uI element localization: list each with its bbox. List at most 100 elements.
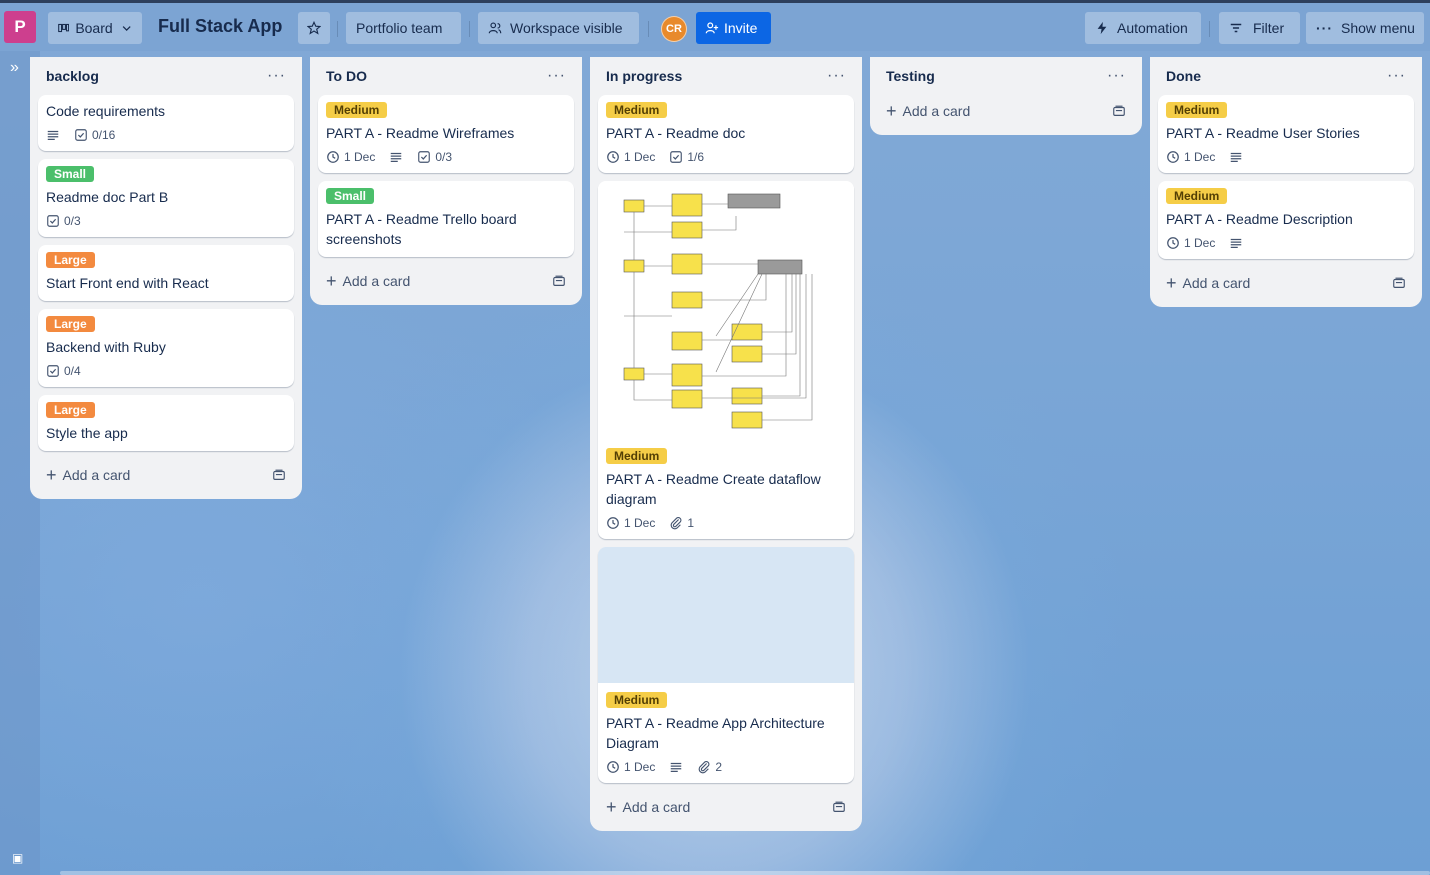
filter-button[interactable]: Filter — [1219, 12, 1300, 44]
template-icon[interactable] — [272, 468, 286, 482]
list-menu-icon[interactable]: ··· — [1387, 67, 1406, 85]
card[interactable]: Medium PART A - Readme Wireframes 1 Dec … — [318, 95, 574, 173]
attachment-badge: 2 — [697, 760, 722, 774]
header-divider — [469, 21, 470, 37]
checklist-icon — [47, 215, 59, 227]
visibility-label: Workspace visible — [510, 20, 623, 36]
users-icon — [488, 22, 502, 34]
card[interactable]: Medium PART A - Readme Description 1 Dec — [1158, 181, 1414, 259]
card-label: Small — [46, 166, 95, 182]
checklist-icon — [47, 365, 59, 377]
card[interactable]: Medium PART A - Readme doc 1 Dec 1/6 — [598, 95, 854, 173]
list-in-progress: In progress ··· Medium PART A - Readme d… — [590, 57, 862, 831]
list-title[interactable]: To DO — [326, 68, 367, 84]
header-divider — [1209, 21, 1210, 37]
list-title[interactable]: In progress — [606, 68, 682, 84]
add-card-button[interactable]: + Add a card — [318, 265, 574, 297]
card[interactable]: Code requirements 0/16 — [38, 95, 294, 151]
list-menu-icon[interactable]: ··· — [1107, 67, 1126, 85]
invite-button[interactable]: Invite — [696, 12, 771, 44]
filter-icon — [1230, 23, 1242, 33]
card[interactable]: Large Backend with Ruby 0/4 — [38, 309, 294, 387]
avatar[interactable]: CR — [661, 16, 687, 42]
attachment-count: 2 — [715, 760, 723, 774]
checklist-count: 0/4 — [64, 364, 81, 378]
add-card-label: Add a card — [62, 467, 131, 483]
due-date: 1 Dec — [1184, 150, 1216, 164]
template-icon[interactable] — [552, 274, 566, 288]
team-button[interactable]: Portfolio team — [346, 12, 461, 44]
automation-button[interactable]: Automation — [1085, 12, 1201, 44]
description-badge — [1229, 236, 1243, 250]
show-menu-button[interactable]: ··· Show menu — [1306, 12, 1424, 44]
workspace-logo[interactable]: P — [4, 11, 36, 43]
briefcase-icon[interactable]: ▣ — [12, 851, 23, 865]
star-button[interactable] — [298, 12, 330, 44]
card-label: Small — [326, 188, 375, 204]
list-header: In progress ··· — [598, 57, 854, 95]
card-title: PART A - Readme doc — [606, 125, 746, 141]
card[interactable]: Medium PART A - Readme User Stories 1 De… — [1158, 95, 1414, 173]
template-icon[interactable] — [1112, 104, 1126, 118]
board-view-switcher[interactable]: Board — [48, 12, 142, 44]
add-card-button[interactable]: + Add a card — [1158, 267, 1414, 299]
card[interactable]: Medium PART A - Readme App Architecture … — [598, 547, 854, 783]
card-label: Medium — [1166, 102, 1228, 118]
card-label: Medium — [1166, 188, 1228, 204]
card-title: Readme doc Part B — [46, 189, 169, 205]
card[interactable]: Large Start Front end with React — [38, 245, 294, 301]
clock-icon — [607, 517, 619, 529]
list-title[interactable]: Done — [1166, 68, 1201, 84]
card-badges: 0/4 — [46, 363, 286, 379]
view-label: Board — [75, 20, 113, 36]
automation-label: Automation — [1117, 20, 1188, 36]
header-divider — [648, 21, 649, 37]
due-date-badge: 1 Dec — [606, 760, 655, 774]
list-header: backlog ··· — [38, 57, 294, 95]
due-date-badge: 1 Dec — [1166, 150, 1215, 164]
due-date: 1 Dec — [624, 760, 656, 774]
card[interactable]: Medium PART A - Readme Create dataflow d… — [598, 181, 854, 539]
card-cover-image — [598, 181, 854, 439]
list-header: Done ··· — [1158, 57, 1414, 95]
dataflow-diagram-thumbnail — [623, 193, 813, 429]
checklist-count: 0/3 — [64, 214, 81, 228]
list-menu-icon[interactable]: ··· — [547, 67, 566, 85]
description-icon — [671, 762, 682, 772]
add-card-button[interactable]: + Add a card — [878, 95, 1134, 127]
plus-icon: + — [886, 101, 897, 121]
card-badges: 0/16 — [46, 127, 286, 143]
checklist-badge: 1/6 — [669, 150, 704, 164]
card-title: PART A - Readme App Architecture Diagram — [606, 715, 825, 751]
card-badges: 1 Dec 2 — [606, 759, 846, 775]
template-icon[interactable] — [1392, 276, 1406, 290]
template-icon[interactable] — [832, 800, 846, 814]
checklist-badge: 0/3 — [46, 214, 81, 228]
paperclip-icon — [699, 761, 710, 774]
board-title[interactable]: Full Stack App — [158, 16, 282, 37]
card[interactable]: Large Style the app — [38, 395, 294, 451]
checklist-count: 0/3 — [435, 150, 453, 164]
card-label: Large — [46, 252, 95, 268]
attachment-count: 1 — [687, 516, 695, 530]
list-title[interactable]: backlog — [46, 68, 99, 84]
add-card-button[interactable]: + Add a card — [598, 791, 854, 823]
description-badge — [669, 760, 683, 774]
list-menu-icon[interactable]: ··· — [827, 67, 846, 85]
checklist-count: 1/6 — [687, 150, 705, 164]
list-title[interactable]: Testing — [886, 68, 935, 84]
card[interactable]: Small PART A - Readme Trello board scree… — [318, 181, 574, 257]
card[interactable]: Small Readme doc Part B 0/3 — [38, 159, 294, 237]
card-badges: 0/3 — [46, 213, 286, 229]
list-menu-icon[interactable]: ··· — [267, 67, 286, 85]
clock-icon — [327, 151, 339, 163]
due-date: 1 Dec — [624, 150, 656, 164]
card-title: PART A - Readme Wireframes — [326, 125, 515, 141]
horizontal-scrollbar[interactable] — [60, 871, 1430, 875]
more-icon: ··· — [1316, 20, 1333, 36]
description-icon — [47, 130, 59, 140]
add-card-button[interactable]: + Add a card — [38, 459, 294, 491]
expand-sidebar-icon[interactable]: » — [10, 59, 19, 77]
visibility-button[interactable]: Workspace visible — [478, 12, 639, 44]
card-title: PART A - Readme Description — [1166, 211, 1353, 227]
